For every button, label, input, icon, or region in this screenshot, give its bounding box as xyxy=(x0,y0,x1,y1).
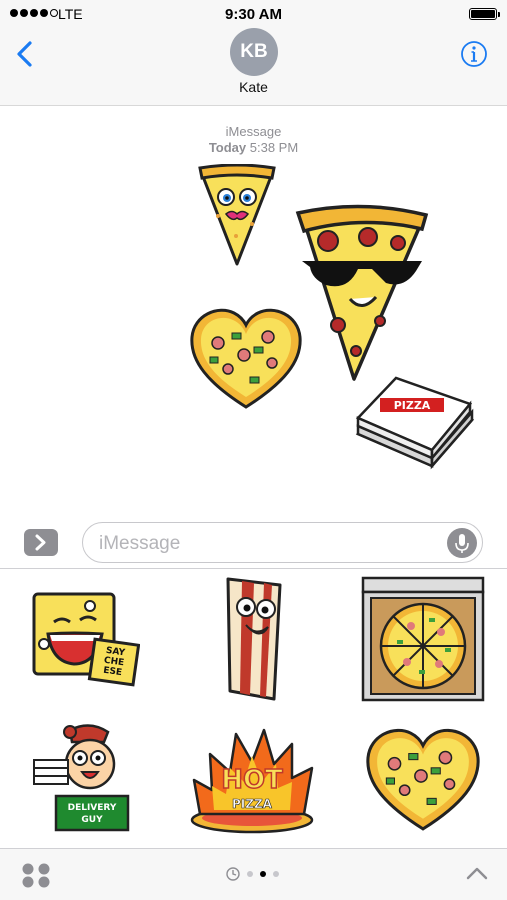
battery-icon xyxy=(469,8,500,20)
sticker-say-cheese[interactable]: SAY CHE ESE xyxy=(0,569,169,709)
microphone-icon xyxy=(455,534,469,553)
sticker-pizza-in-box[interactable] xyxy=(338,569,507,709)
page-indicator[interactable] xyxy=(226,867,279,881)
sticker-bacon-strip[interactable] xyxy=(169,569,338,709)
delivery-guy-sticker: DELIVERY GUY xyxy=(32,724,129,832)
pizza-box-label: PIZZA xyxy=(394,399,431,412)
hot-pizza-sticker: HOT PIZZA xyxy=(190,728,313,834)
clock-time: 9:30 AM xyxy=(225,6,282,23)
microphone-button[interactable] xyxy=(447,528,477,558)
heart-pizza-sticker[interactable] xyxy=(188,303,304,413)
sticker-delivery-guy[interactable]: DELIVERY GUY xyxy=(0,709,169,848)
message-composer: iMessage xyxy=(0,520,507,570)
chevron-up-icon[interactable] xyxy=(465,865,489,881)
contact-avatar[interactable]: KB xyxy=(230,28,278,76)
cool-pizza-slice-sticker[interactable] xyxy=(294,203,430,383)
message-input-placeholder: iMessage xyxy=(99,533,181,554)
page-dot xyxy=(273,871,279,877)
app-tab-bar xyxy=(0,848,507,900)
timestamp-day: Today xyxy=(208,140,247,155)
page-dot xyxy=(247,871,253,877)
contact-name[interactable]: Kate xyxy=(0,79,507,95)
app-drawer-toggle-button[interactable] xyxy=(24,529,58,556)
say-cheese-sticker: SAY CHE ESE xyxy=(32,592,140,687)
sticker-heart-pizza[interactable] xyxy=(338,709,507,848)
service-label: iMessage xyxy=(225,124,282,139)
pizza-slice-lady-sticker[interactable] xyxy=(196,164,278,268)
svg-text:DELIVERY: DELIVERY xyxy=(67,803,116,813)
svg-text:HOT: HOT xyxy=(221,765,283,795)
conversation-header: KB Kate xyxy=(0,28,507,106)
status-bar: LTE 9:30 AM xyxy=(0,0,507,28)
sticker-hot-pizza[interactable]: HOT PIZZA xyxy=(169,709,338,848)
message-input[interactable]: iMessage xyxy=(82,522,483,563)
bacon-strip-sticker xyxy=(226,577,281,701)
message-timestamp: iMessage Today 5:38 PM xyxy=(0,124,507,156)
svg-text:GUY: GUY xyxy=(81,815,103,825)
svg-text:PIZZA: PIZZA xyxy=(232,797,273,811)
timestamp-time: 5:38 PM xyxy=(249,140,299,155)
pizza-box-sticker[interactable]: PIZZA xyxy=(354,374,476,472)
page-dot-active xyxy=(260,871,266,877)
app-grid-icon[interactable] xyxy=(20,862,52,888)
avatar-initials: KB xyxy=(240,41,268,62)
back-chevron-icon[interactable] xyxy=(14,40,36,68)
chevron-right-icon xyxy=(35,534,46,551)
pizza-in-box-sticker xyxy=(361,576,484,702)
sticker-drawer: SAY CHE ESE DELIVERY GUY HOT PIZZA xyxy=(0,568,507,848)
heart-pizza-drawer-sticker xyxy=(365,728,480,831)
clock-icon xyxy=(226,867,240,881)
info-icon[interactable] xyxy=(460,40,488,68)
